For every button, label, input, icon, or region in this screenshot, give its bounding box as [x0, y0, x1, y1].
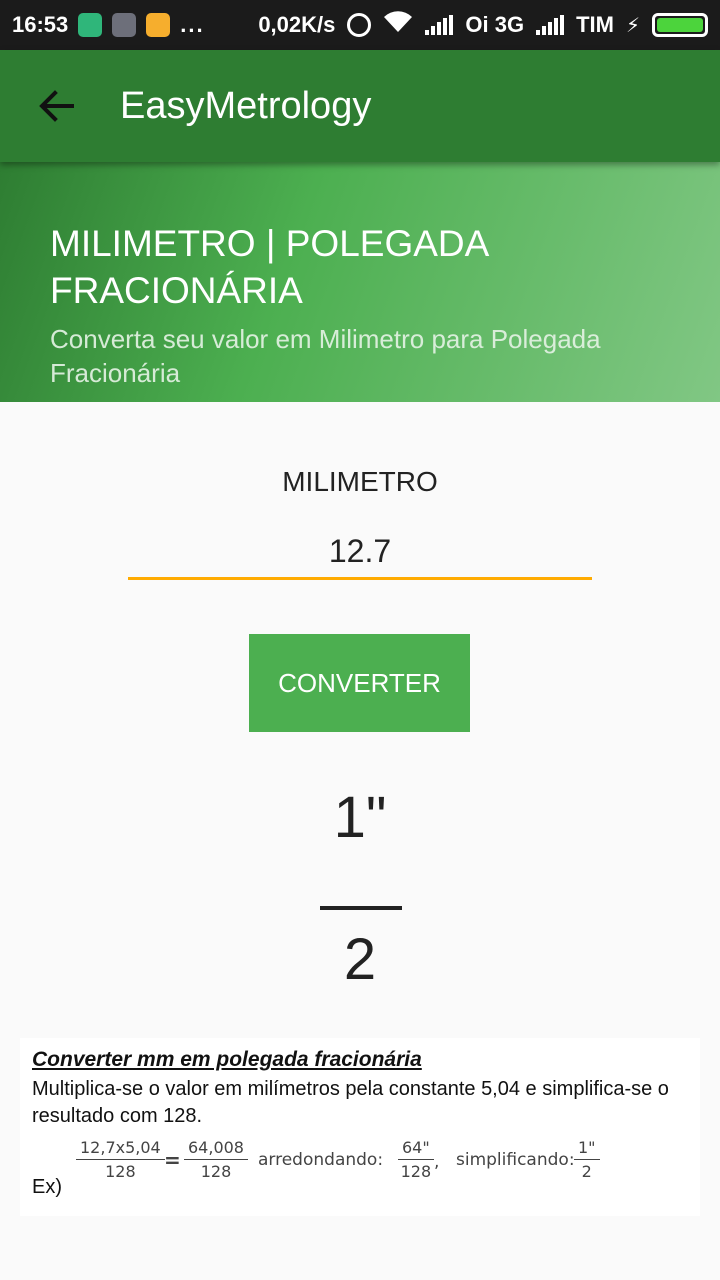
step1-numerator: 12,7x5,04 — [76, 1138, 165, 1160]
alarm-icon — [347, 13, 372, 37]
convert-button[interactable]: CONVERTER — [249, 634, 470, 732]
example-formula: Ex) 12,7x5,04 128 = 64,008 128 arredonda… — [32, 1138, 688, 1208]
wifi-icon — [383, 11, 413, 39]
step3-numerator: 64" — [398, 1138, 434, 1160]
back-button[interactable] — [20, 70, 92, 142]
status-time: 16:53 — [12, 12, 69, 37]
battery-icon — [652, 13, 708, 37]
status-bar: 16:53 ... 0,02K/s Oi 3G TIM ⚡ — [0, 0, 720, 50]
carrier-1: Oi 3G — [465, 12, 525, 37]
step2-denominator: 128 — [200, 1162, 232, 1181]
app-title: EasyMetrology — [120, 84, 372, 127]
explanation-text: Multiplica-se o valor em milímetros pela… — [32, 1078, 669, 1127]
explanation-card: Converter mm em polegada fracionária Mul… — [20, 1038, 700, 1216]
step1-denominator: 128 — [105, 1162, 136, 1181]
notes-app-icon — [146, 13, 171, 37]
example-label: Ex) — [32, 1176, 62, 1198]
header-banner: MILIMETRO | POLEGADA FRACIONÁRIA Convert… — [0, 162, 720, 402]
formula-step-3: 64" 128 — [398, 1138, 434, 1181]
rounding-label: arredondando: — [258, 1150, 384, 1170]
step4-denominator: 2 — [581, 1162, 592, 1181]
arrow-back-icon — [39, 90, 74, 122]
simplifying-label: simplificando: — [456, 1150, 575, 1170]
signal-icon-1 — [425, 15, 454, 35]
formula-step-4: 1" 2 — [574, 1138, 600, 1181]
page-title: MILIMETRO | POLEGADA FRACIONÁRIA — [50, 223, 488, 311]
result-numerator: 1" — [333, 785, 387, 850]
carrier-2: TIM — [576, 12, 614, 37]
network-speed: 0,02K/s — [258, 12, 336, 37]
formula-step-1: 12,7x5,04 128 — [76, 1138, 165, 1181]
millimeter-label: MILIMETRO — [282, 466, 438, 497]
more-notifications-icon: ... — [180, 12, 205, 37]
app-bar: EasyMetrology — [0, 50, 720, 162]
step3-denominator: 128 — [400, 1162, 432, 1181]
signal-icon-2 — [536, 15, 565, 35]
explanation-title: Converter mm em polegada fracionária — [32, 1048, 422, 1071]
charging-icon: ⚡ — [625, 14, 640, 37]
step4-numerator: 1" — [574, 1138, 600, 1160]
formula-step-2: 64,008 128 — [184, 1138, 248, 1181]
step2-numerator: 64,008 — [184, 1138, 248, 1160]
result-denominator: 2 — [343, 927, 377, 992]
settings-app-icon — [112, 13, 137, 37]
comma: , — [434, 1152, 440, 1172]
shield-app-icon — [78, 13, 103, 37]
page-subtitle: Converta seu valor em Milimetro para Pol… — [50, 324, 601, 388]
millimeter-input[interactable] — [128, 526, 592, 580]
fraction-bar — [320, 906, 402, 910]
equals-sign: = — [164, 1148, 181, 1172]
